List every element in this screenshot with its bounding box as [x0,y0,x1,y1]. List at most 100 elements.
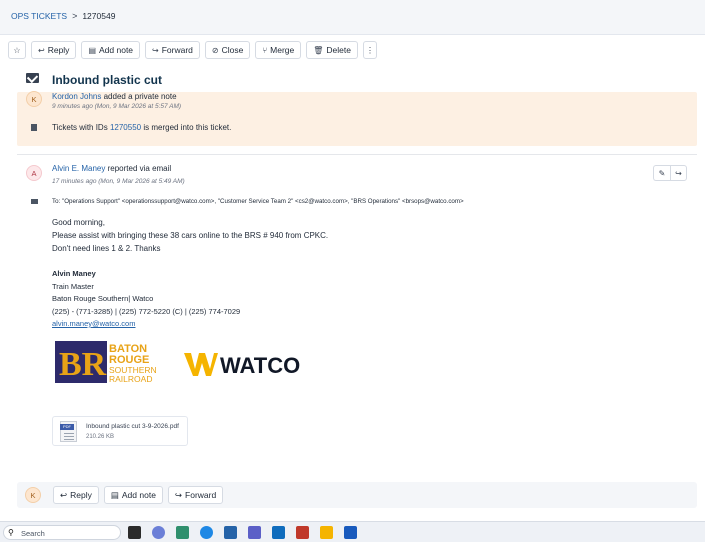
forward-email-button[interactable]: ↪ [670,165,687,181]
merge-note-icon [31,124,37,131]
add-note-label: Add note [99,45,134,55]
envelope-icon [31,199,38,204]
reply-bar: K ↩ Reply ▤ Add note ↪ Forward [17,482,697,508]
signature-role: Train Master [52,281,94,291]
email-timestamp: 17 minutes ago (Mon, 9 Mar 2026 at 5:49 … [52,178,185,185]
signature-company: Baton Rouge Southern| Watco [52,294,154,303]
signature-email-link[interactable]: alvin.maney@watco.com [52,318,240,331]
note-icon: ▤ [110,489,119,500]
edit-icon: ✎ [658,168,666,178]
sender-via: reported via email [107,164,172,173]
ticket-title-bar: Inbound plastic cut [0,68,705,92]
taskbar-search[interactable]: ⚲ Search [3,525,121,540]
to-addresses: "Operations Support" <operationssupport@… [62,198,464,205]
close-label: Close [221,45,244,55]
signature-phones: (225) - (771-3285) | (225) 772-5220 (C) … [52,306,241,316]
pdf-tag: PDF [60,424,74,430]
private-note: K Kordon Johns added a private note 9 mi… [17,91,697,146]
note-timestamp: 9 minutes ago (Mon, 9 Mar 2026 at 5:57 A… [52,103,182,110]
body-line: Good morning, [52,218,105,227]
pdf-file-icon: PDF [60,421,77,442]
reply-button[interactable]: ↩ Reply [31,41,77,59]
merge-suffix: is merged into this ticket. [143,123,232,132]
avatar: A [26,165,42,181]
attachment-name: Inbound plastic cut 3-9-2026.pdf [86,423,179,430]
attachment-card[interactable]: PDF Inbound plastic cut 3-9-2026.pdf 210… [52,416,188,446]
email-body: Good morning, Please assist with bringin… [52,216,328,255]
note-action: added a private note [103,92,177,101]
close-button[interactable]: ⊘ Close [204,41,251,59]
reply-icon: ↩ [38,45,45,55]
browser-icon[interactable] [176,526,189,539]
forward-icon: ↪ [174,489,183,500]
merge-button[interactable]: ⑂ Merge [255,41,302,59]
star-button[interactable]: ☆ [8,41,26,59]
ticket-toolbar: ☆ ↩ Reply ▤ Add note ↪ Forward ⊘ Close ⑂ Merg… [8,40,697,60]
merge-icon: ⑂ [262,45,268,55]
brs-logo: BR BATON ROUGE SOUTHERN RAILROAD [55,341,157,383]
reply-button[interactable]: ↩ Reply [53,486,99,504]
edge-icon[interactable] [200,526,213,539]
top-header: OPS TICKETS > 1270549 [0,0,705,35]
star-icon: ☆ [13,45,21,55]
note-header: Kordon Johns added a private note [52,92,177,101]
forward-label: Forward [161,45,193,55]
breadcrumb-ops-tickets[interactable]: OPS TICKETS [11,11,67,21]
brs-mark: BR [59,346,107,383]
outlook-icon[interactable] [272,526,285,539]
forward-label: Forward [185,490,217,500]
add-note-button[interactable]: ▤ Add note [81,41,141,59]
body-line: Don't need lines 1 & 2. Thanks [52,244,161,253]
search-placeholder: Search [21,529,45,538]
word-icon[interactable] [344,526,357,539]
email-signature: Alvin Maney Train Master Baton Rouge Sou… [52,268,240,331]
reply-actions: ↩ Reply ▤ Add note ↪ Forward [53,486,224,504]
widgets-icon[interactable] [152,526,165,539]
forward-button[interactable]: ↪ Forward [145,41,200,59]
trash-icon: 🗑 [313,45,324,55]
merge-label: Merge [270,45,295,55]
reply-icon: ↩ [60,489,68,500]
teams-icon[interactable] [248,526,261,539]
signature-name: Alvin Maney [52,269,96,278]
brs-word: RAILROAD [109,374,152,383]
store-icon[interactable] [224,526,237,539]
app-icon[interactable] [296,526,309,539]
close-circle-icon: ⊘ [211,45,219,55]
watco-logo: WATCO [184,353,300,377]
avatar: K [26,91,42,107]
email-actions: ✎ ↪ [653,165,687,181]
add-note-label: Add note [121,490,156,500]
body-line: Please assist with bringing these 38 car… [52,231,329,240]
breadcrumb: OPS TICKETS > 1270549 [11,11,115,21]
envelope-icon [26,73,39,83]
forward-icon: ↪ [152,45,159,55]
note-icon: ▤ [88,45,96,55]
merge-info: Tickets with IDs 1270550 is merged into … [52,123,231,132]
breadcrumb-separator: > [72,11,78,21]
app-icon[interactable] [320,526,333,539]
merge-prefix: Tickets with IDs [52,123,108,132]
reply-label: Reply [70,490,92,500]
add-note-button[interactable]: ▤ Add note [103,486,163,504]
more-vertical-icon: ⋮ [366,45,374,55]
forward-icon: ↪ [675,168,682,178]
avatar: K [25,487,41,503]
sender-link[interactable]: Alvin E. Maney [52,164,105,173]
to-label: To: [52,198,61,205]
breadcrumb-ticket-id: 1270549 [82,11,116,21]
delete-button[interactable]: 🗑 Delete [306,41,358,59]
merged-ticket-link[interactable]: 1270550 [110,123,141,132]
watco-word: WATCO [220,353,300,377]
taskbar: ⚲ Search [0,521,705,542]
edit-button[interactable]: ✎ [653,165,670,181]
reply-label: Reply [47,45,70,55]
more-button[interactable]: ⋮ [363,41,377,59]
page-title: Inbound plastic cut [52,73,162,87]
email-header: Alvin E. Maney reported via email [52,164,171,173]
task-view-icon[interactable] [128,526,141,539]
attachment-size: 210.26 KB [86,434,115,440]
note-author-link[interactable]: Kordon Johns [52,92,101,101]
forward-button[interactable]: ↪ Forward [167,486,224,504]
search-icon: ⚲ [8,528,14,537]
